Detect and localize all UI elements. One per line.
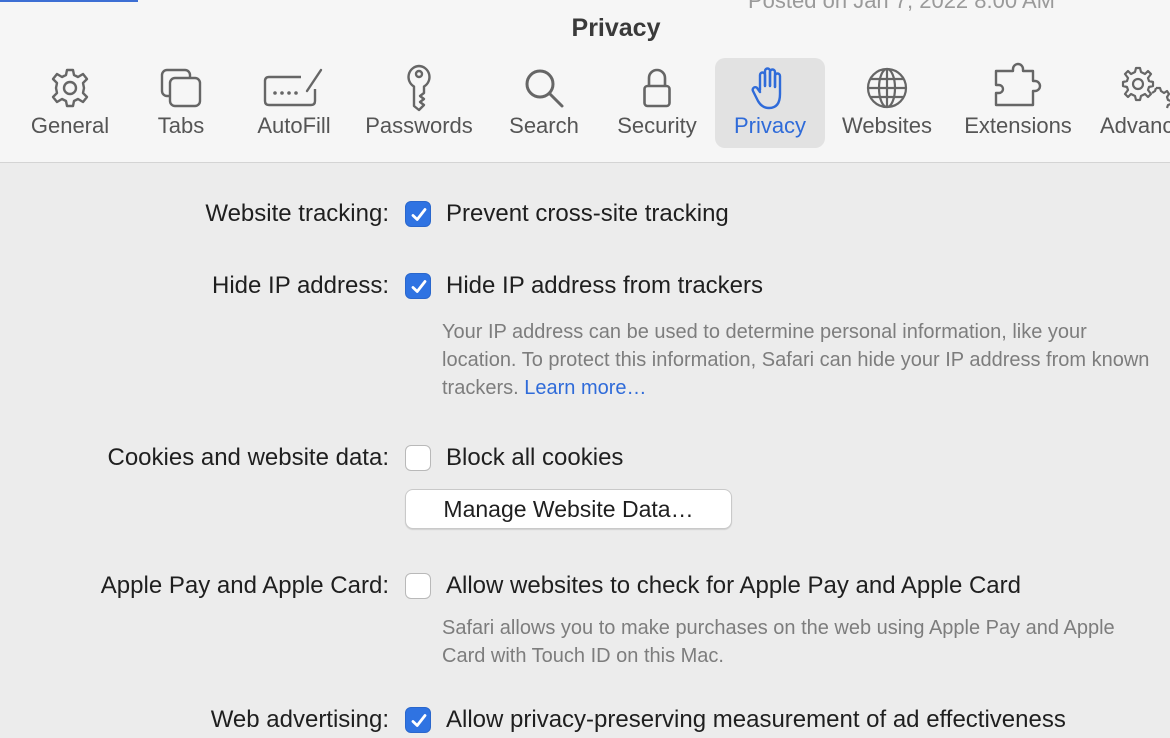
puzzle-icon [966,62,1070,112]
apple-pay-description: Safari allows you to make purchases on t… [442,617,1115,667]
hide-ip-from-trackers-checkbox[interactable] [405,273,431,299]
tab-search[interactable]: Search [500,58,588,148]
ad-measurement-checkbox[interactable] [405,707,431,733]
tab-label: Websites [841,113,933,138]
checkmark-icon [411,714,427,727]
privacy-settings-pane: Website tracking: Prevent cross-site tra… [0,163,1170,738]
block-all-cookies-label[interactable]: Block all cookies [446,444,623,472]
globe-icon [838,64,936,112]
tab-security[interactable]: Security [612,58,702,148]
hide-ip-from-trackers-label[interactable]: Hide IP address from trackers [446,272,763,300]
manage-website-data-button[interactable]: Manage Website Data… [405,489,732,529]
tab-passwords[interactable]: Passwords [365,58,473,148]
lock-icon [612,64,702,112]
hand-icon [715,64,825,112]
learn-more-link[interactable]: Learn more… [524,377,646,399]
ad-measurement-label[interactable]: Allow privacy-preserving measurement of … [446,706,1066,734]
key-icon [372,64,466,112]
tab-general[interactable]: General [27,58,113,148]
tabs-icon [140,64,222,112]
apple-pay-label: Apple Pay and Apple Card: [100,572,389,599]
tab-tabs[interactable]: Tabs [140,58,222,148]
tab-label: Advanced [1100,113,1170,138]
tab-label: Extensions [964,113,1072,138]
web-advertising-label: Web advertising: [210,706,389,733]
tab-autofill[interactable]: AutoFill [252,58,336,148]
prevent-cross-site-tracking-checkbox[interactable] [405,201,431,227]
gears-icon [1121,64,1170,112]
apple-pay-check-checkbox[interactable] [405,573,431,599]
tab-extensions[interactable]: Extensions [964,58,1072,148]
tab-advanced[interactable]: Advanced [1100,58,1170,148]
checkmark-icon [411,208,427,221]
block-all-cookies-checkbox[interactable] [405,445,431,471]
tab-privacy[interactable]: Privacy [715,58,825,148]
hide-ip-address-label: Hide IP address: [212,272,389,299]
tab-label: Tabs [157,113,205,138]
website-tracking-label: Website tracking: [205,200,389,227]
checkmark-icon [411,280,427,293]
background-window-accent [0,0,138,2]
autofill-icon [252,64,336,112]
window-title: Privacy [571,14,661,42]
preferences-toolbar: Posted on Jan 7, 2022 8:00 AM Privacy Ge… [0,0,1170,163]
tab-label: Search [509,113,579,138]
tab-label: General [30,113,110,138]
search-icon [500,64,588,112]
tab-websites[interactable]: Websites [838,58,936,148]
prevent-cross-site-tracking-label[interactable]: Prevent cross-site tracking [446,200,729,228]
safari-preferences-window: Posted on Jan 7, 2022 8:00 AM Privacy Ge… [0,0,1170,738]
cookies-label: Cookies and website data: [107,444,389,471]
hide-ip-description: Your IP address can be used to determine… [442,318,1162,402]
tab-label: Passwords [365,113,473,138]
tab-label: AutoFill [257,113,331,138]
apple-pay-check-label[interactable]: Allow websites to check for Apple Pay an… [446,572,1021,600]
gear-icon [27,64,113,112]
background-window-text: Posted on Jan 7, 2022 8:00 AM [748,0,1056,13]
